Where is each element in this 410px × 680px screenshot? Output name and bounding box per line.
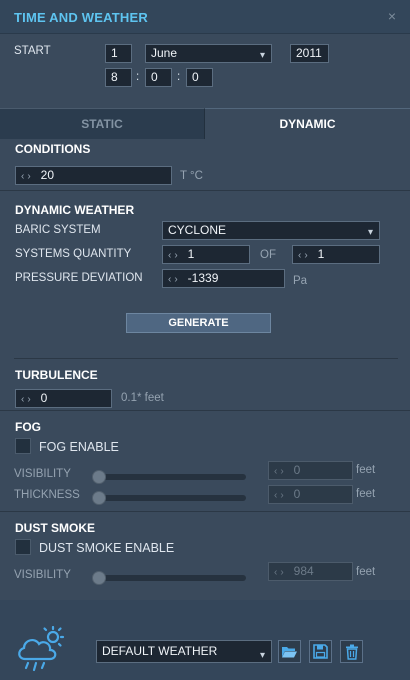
stepper-arrows-icon: ‹› [168, 250, 181, 261]
temperature-unit: T °C [180, 170, 203, 182]
turbulence-unit: 0.1* feet [121, 392, 164, 404]
dust-smoke-visibility-slider-track[interactable] [92, 575, 246, 581]
temperature-stepper[interactable]: ‹› 20 [15, 166, 172, 185]
baric-system-label: BARIC SYSTEM [15, 224, 101, 236]
folder-open-icon [282, 646, 297, 657]
fog-visibility-value: 0 [293, 463, 301, 477]
start-minute-field[interactable]: 0 [145, 68, 172, 87]
stepper-arrows-icon: ‹› [274, 567, 287, 578]
fog-enable-checkbox[interactable] [15, 438, 31, 454]
fog-visibility-slider-handle[interactable] [92, 470, 106, 484]
systems-quantity-stepper[interactable]: ‹› 1 [162, 245, 250, 264]
delete-preset-button[interactable] [340, 640, 363, 663]
start-day-field[interactable]: 1 [105, 44, 132, 63]
chevron-down-icon: ▾ [259, 650, 265, 661]
baric-system-select[interactable]: CYCLONE ▾ [162, 221, 380, 240]
systems-quantity-value: 1 [187, 247, 195, 261]
fog-thickness-label: THICKNESS [14, 489, 80, 501]
weather-preset-select[interactable]: DEFAULT WEATHER ▾ [96, 640, 272, 663]
pressure-deviation-label: PRESSURE DEVIATION [15, 272, 143, 284]
chevron-down-icon: ▾ [259, 50, 265, 61]
fog-visibility-slider-track[interactable] [92, 474, 246, 480]
of-label: OF [260, 249, 276, 261]
generate-button[interactable]: GENERATE [126, 313, 271, 333]
stepper-arrows-icon: ‹› [21, 394, 34, 405]
trash-icon [345, 644, 358, 660]
fog-enable-label: FOG ENABLE [39, 440, 119, 454]
fog-heading: FOG [15, 420, 41, 434]
start-second-field[interactable]: 0 [186, 68, 213, 87]
stepper-arrows-icon: ‹› [274, 466, 287, 477]
systems-quantity-label: SYSTEMS QUANTITY [15, 248, 132, 260]
cloud-sun-rain-icon [15, 625, 65, 672]
dust-smoke-visibility-slider-handle[interactable] [92, 571, 106, 585]
pressure-deviation-value: -1339 [187, 271, 219, 285]
time-separator: : [136, 71, 140, 83]
fog-visibility-stepper[interactable]: ‹› 0 [268, 461, 353, 480]
dust-smoke-visibility-value: 984 [293, 564, 314, 578]
dust-smoke-enable-label: DUST SMOKE ENABLE [39, 541, 175, 555]
divider [0, 190, 410, 191]
start-year-field[interactable]: 2011 [290, 44, 329, 63]
conditions-heading: CONDITIONS [15, 142, 91, 156]
stepper-arrows-icon: ‹› [168, 274, 181, 285]
fog-thickness-slider-handle[interactable] [92, 491, 106, 505]
dust-smoke-visibility-stepper[interactable]: ‹› 984 [268, 562, 353, 581]
stepper-arrows-icon: ‹› [298, 250, 311, 261]
systems-total-value: 1 [317, 247, 325, 261]
weather-preset-value: DEFAULT WEATHER [102, 644, 218, 658]
fog-thickness-unit: feet [356, 488, 376, 500]
start-month-select[interactable]: June ▾ [145, 44, 272, 63]
start-hour-field[interactable]: 8 [105, 68, 132, 87]
pressure-deviation-stepper[interactable]: ‹› -1339 [162, 269, 285, 288]
dust-smoke-enable-checkbox[interactable] [15, 539, 31, 555]
open-preset-button[interactable] [278, 640, 301, 663]
time-separator: : [177, 71, 181, 83]
tab-dynamic[interactable]: DYNAMIC [205, 108, 410, 139]
divider [14, 358, 398, 359]
fog-visibility-label: VISIBILITY [14, 468, 71, 480]
divider [0, 511, 410, 512]
turbulence-heading: TURBULENCE [15, 368, 98, 382]
temperature-value: 20 [40, 168, 55, 182]
dust-smoke-visibility-unit: feet [356, 566, 376, 578]
dust-smoke-heading: DUST SMOKE [15, 521, 96, 535]
turbulence-value: 0 [40, 391, 48, 405]
save-preset-button[interactable] [309, 640, 332, 663]
turbulence-stepper[interactable]: ‹› 0 [15, 389, 112, 408]
dust-smoke-visibility-label: VISIBILITY [14, 569, 71, 581]
systems-total-stepper[interactable]: ‹› 1 [292, 245, 380, 264]
stepper-arrows-icon: ‹› [21, 171, 34, 182]
fog-thickness-value: 0 [293, 487, 301, 501]
chevron-down-icon: ▾ [367, 227, 373, 238]
fog-visibility-unit: feet [356, 464, 376, 476]
fog-thickness-slider-track[interactable] [92, 495, 246, 501]
divider [0, 410, 410, 411]
window-title: TIME AND WEATHER [14, 10, 148, 25]
stepper-arrows-icon: ‹› [274, 490, 287, 501]
save-icon [313, 644, 328, 659]
pressure-unit: Pa [293, 275, 308, 287]
start-month-value: June [151, 46, 178, 60]
close-icon[interactable]: × [388, 8, 396, 24]
tab-static[interactable]: STATIC [0, 108, 205, 139]
baric-system-value: CYCLONE [168, 223, 227, 237]
fog-thickness-stepper[interactable]: ‹› 0 [268, 485, 353, 504]
start-label: START [14, 45, 51, 57]
dynamic-weather-heading: DYNAMIC WEATHER [15, 203, 135, 217]
